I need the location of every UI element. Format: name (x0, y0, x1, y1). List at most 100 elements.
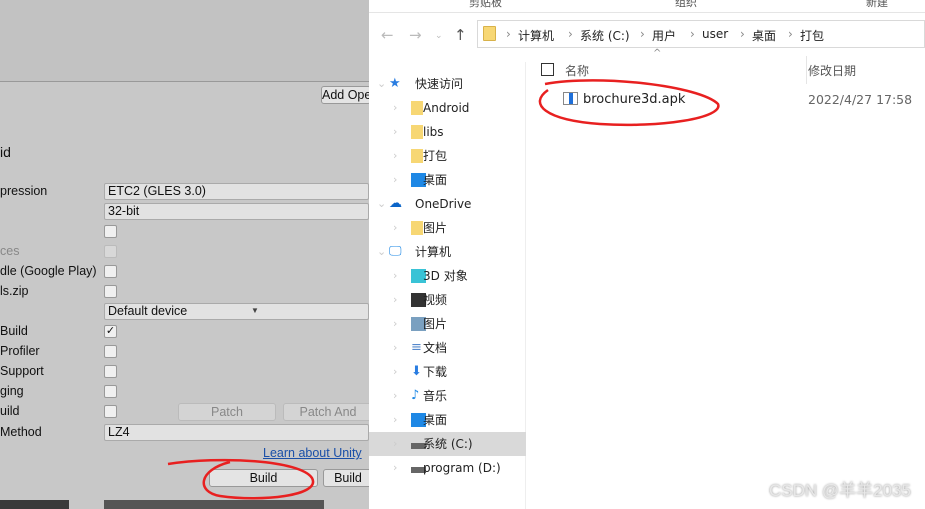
chevron-right-icon[interactable]: › (393, 432, 397, 456)
chevron-down-icon[interactable]: ⌄ (377, 192, 386, 216)
nav-item[interactable]: › libs (369, 120, 526, 144)
breadcrumb-item[interactable]: 计算机 (518, 27, 554, 44)
nav-item[interactable]: › 桌面 (369, 168, 526, 192)
setting-checkbox[interactable] (104, 265, 117, 278)
nav-item-label: 快速访问 (415, 77, 464, 91)
setting-checkbox[interactable] (104, 405, 117, 418)
chevron-right-icon[interactable]: › (393, 336, 397, 360)
nav-item[interactable]: › ⬇ 下载 (369, 360, 526, 384)
up-icon[interactable]: ↑ (454, 26, 467, 44)
nav-item[interactable]: › 图片 (369, 216, 526, 240)
nav-item[interactable]: › 3D 对象 (369, 264, 526, 288)
setting-checkbox[interactable] (104, 285, 117, 298)
setting-label: Profiler (0, 344, 40, 358)
nav-item-label: 音乐 (423, 389, 448, 403)
nav-item-label: 桌面 (423, 173, 448, 187)
setting-checkbox[interactable] (104, 225, 117, 238)
setting-dropdown[interactable]: LZ4 (104, 424, 369, 441)
nav-item-label: 计算机 (415, 245, 452, 259)
file-name: brochure3d.apk (583, 92, 686, 107)
watermark: CSDN @羊羊2035 (769, 481, 911, 500)
computer-icon: 🖵 (389, 244, 402, 259)
recent-dropdown-icon[interactable]: ⌄ (435, 31, 443, 41)
nav-item[interactable]: › Android (369, 96, 526, 120)
setting-checkbox[interactable] (104, 345, 117, 358)
chevron-right-icon[interactable]: › (393, 384, 397, 408)
chevron-right-icon[interactable]: › (393, 96, 397, 120)
breadcrumb-item[interactable]: 桌面 (752, 27, 776, 44)
nav-item[interactable]: › ≡ 文档 (369, 336, 526, 360)
nav-item-label: 下载 (423, 365, 448, 379)
unity-build-settings-panel: Add Ope id LZ4 ✓ Default device 32-bit ETC2 … (0, 0, 373, 509)
ribbon-organize: 组织 (675, 0, 697, 9)
build-and-run-button[interactable]: Build (323, 469, 373, 487)
nav-item[interactable]: ⌄ ★ 快速访问 (369, 72, 526, 96)
chevron-right-icon[interactable]: › (393, 168, 397, 192)
nav-item[interactable]: › 图片 (369, 312, 526, 336)
setting-dropdown[interactable]: ETC2 (GLES 3.0) (104, 183, 369, 200)
column-date[interactable]: 修改日期 (808, 62, 856, 79)
nav-item[interactable]: › 系统 (C:) (369, 432, 526, 456)
nav-item-label: 文档 (423, 341, 448, 355)
nav-item[interactable]: ⌄ 🖵 计算机 (369, 240, 526, 264)
breadcrumb-separator-icon[interactable]: › (568, 27, 573, 41)
folder-icon (411, 149, 423, 163)
breadcrumb-separator-icon[interactable]: › (690, 27, 695, 41)
nav-item[interactable]: › 打包 (369, 144, 526, 168)
forward-icon[interactable]: → (409, 26, 422, 44)
setting-label: uild (0, 404, 20, 418)
patch-button[interactable]: Patch (178, 403, 276, 421)
chevron-right-icon[interactable]: › (393, 360, 397, 384)
breadcrumb-separator-icon[interactable]: › (740, 27, 745, 41)
star-icon: ★ (389, 76, 401, 91)
chevron-down-icon[interactable]: ⌄ (377, 72, 386, 96)
setting-checkbox[interactable] (104, 365, 117, 378)
chevron-right-icon[interactable]: › (393, 288, 397, 312)
chevron-down-icon[interactable]: ⌄ (377, 240, 386, 264)
nav-item[interactable]: › 桌面 (369, 408, 526, 432)
chevron-right-icon[interactable]: › (393, 264, 397, 288)
folder-icon (483, 26, 496, 41)
breadcrumb-item[interactable]: 用户 (652, 27, 676, 44)
build-button[interactable]: Build (209, 469, 318, 487)
column-name[interactable]: 名称 (565, 62, 589, 79)
nav-item-label: 视频 (423, 293, 448, 307)
breadcrumb-item[interactable]: 打包 (800, 27, 824, 44)
nav-item[interactable]: ⌄ ☁ OneDrive (369, 192, 526, 216)
file-row[interactable]: brochure3d.apk (563, 90, 685, 110)
nav-item-label: 桌面 (423, 413, 448, 427)
nav-item-label: libs (423, 125, 444, 139)
breadcrumb-separator-icon[interactable]: › (788, 27, 793, 41)
folder-icon (411, 101, 423, 115)
breadcrumb-item[interactable]: 系统 (C:) (580, 27, 630, 44)
column-header: ^ 名称 修改日期 (529, 48, 925, 84)
chevron-right-icon[interactable]: › (393, 216, 397, 240)
setting-dropdown[interactable]: Default device (104, 303, 369, 320)
breadcrumb-separator-icon[interactable]: › (640, 27, 645, 41)
setting-checkbox[interactable]: ✓ (104, 325, 117, 338)
address-bar[interactable]: › 计算机 › 系统 (C:) › 用户 › user › 桌面 › 打包 (477, 20, 925, 48)
setting-checkbox[interactable] (104, 385, 117, 398)
setting-label: ls.zip (0, 284, 29, 298)
patch-and-run-button[interactable]: Patch And (283, 403, 373, 421)
chevron-right-icon[interactable]: › (393, 120, 397, 144)
nav-item[interactable]: › program (D:) (369, 456, 526, 480)
setting-label: Build (0, 324, 28, 338)
chevron-right-icon[interactable]: › (393, 456, 397, 480)
add-open-scenes-button[interactable]: Add Ope (321, 86, 371, 104)
dropdown-arrow-icon: ▼ (251, 306, 259, 315)
breadcrumb-item[interactable]: user (702, 27, 728, 41)
learn-link[interactable]: Learn about Unity (263, 446, 362, 460)
select-all-checkbox[interactable] (541, 63, 554, 76)
breadcrumb-separator-icon[interactable]: › (506, 27, 511, 41)
nav-item[interactable]: › ♪ 音乐 (369, 384, 526, 408)
chevron-right-icon[interactable]: › (393, 144, 397, 168)
nav-item[interactable]: › 视频 (369, 288, 526, 312)
chevron-right-icon[interactable]: › (393, 408, 397, 432)
setting-label: Support (0, 364, 44, 378)
back-icon[interactable]: ← (381, 26, 394, 44)
setting-checkbox[interactable] (104, 245, 117, 258)
setting-label: dle (Google Play) (0, 264, 97, 278)
chevron-right-icon[interactable]: › (393, 312, 397, 336)
setting-dropdown[interactable]: 32-bit (104, 203, 369, 220)
